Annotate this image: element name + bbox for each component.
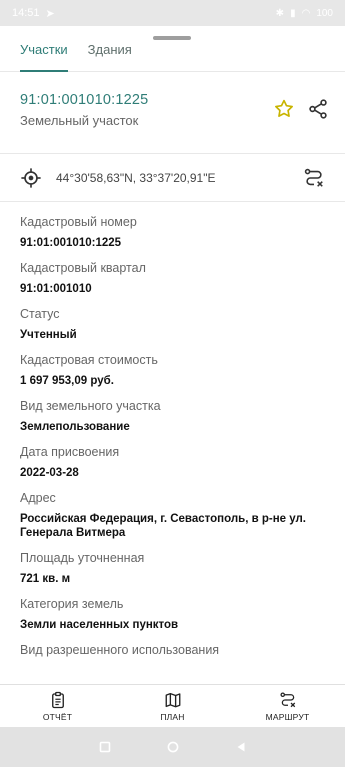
field-label: Вид разрешенного использования — [20, 643, 220, 657]
signal-icon: ▮ — [290, 7, 296, 19]
map-icon — [165, 692, 180, 707]
tab-buildings[interactable]: Здания — [88, 26, 132, 71]
field-value: Российская Федерация, г. Севастополь, в … — [20, 513, 307, 539]
report-button[interactable]: ОТЧЁТ — [0, 685, 115, 727]
field-label: Статус — [20, 307, 60, 321]
field-land-type: Вид земельного участка Землепользование — [20, 399, 325, 434]
route-button[interactable]: МАРШРУТ — [230, 685, 345, 727]
battery-level: 100 — [316, 7, 333, 19]
field-cadastral-quarter: Кадастровый квартал 91:01:001010 — [20, 261, 325, 296]
field-cadastral-number: Кадастровый номер 91:01:001010:1225 — [20, 215, 325, 250]
wifi-icon: ◠ — [301, 7, 311, 19]
field-address: Адрес Российская Федерация, г. Севастопо… — [20, 491, 325, 540]
coordinates-text: 44°30'58,63"N, 33°37'20,91"E — [56, 170, 216, 185]
field-label: Дата присвоения — [20, 445, 120, 459]
route-label: МАРШРУТ — [265, 711, 310, 722]
bottom-nav: ОТЧЁТ ПЛАН МАРШРУТ — [0, 684, 345, 727]
status-bar: 14:51 ➤ ✱ ▮ ◠ 100 — [0, 0, 345, 26]
home-icon[interactable] — [167, 741, 179, 753]
field-label: Площадь уточненная — [20, 551, 145, 565]
field-cadastral-cost: Кадастровая стоимость 1 697 953,09 руб. — [20, 353, 325, 388]
back-icon[interactable] — [235, 741, 247, 753]
field-value: Землепользование — [20, 421, 130, 433]
field-label: Адрес — [20, 491, 56, 505]
star-outline-icon[interactable] — [273, 98, 295, 120]
field-value: 2022-03-28 — [20, 467, 79, 479]
field-label: Кадастровый номер — [20, 215, 137, 229]
field-value[interactable]: 91:01:001010 — [20, 282, 325, 296]
field-area: Площадь уточненная 721 кв. м — [20, 551, 325, 586]
field-status: Статус Учтенный — [20, 307, 325, 342]
route-clear-icon[interactable] — [303, 167, 325, 189]
system-nav-bar — [0, 727, 345, 767]
field-label: Вид земельного участка — [20, 399, 161, 413]
field-assignment-date: Дата присвоения 2022-03-28 — [20, 445, 325, 480]
field-label: Категория земель — [20, 597, 124, 611]
field-value: Учтенный — [20, 329, 77, 341]
field-label: Кадастровая стоимость — [20, 353, 158, 367]
plan-button[interactable]: ПЛАН — [115, 685, 230, 727]
tab-plots-label: Участки — [20, 42, 68, 57]
field-land-category: Категория земель Земли населенных пункто… — [20, 597, 325, 632]
tab-plots[interactable]: Участки — [20, 26, 68, 72]
field-value: 1 697 953,09 руб. — [20, 375, 114, 387]
share-icon[interactable] — [307, 98, 329, 120]
field-label: Кадастровый квартал — [20, 261, 146, 275]
field-value[interactable]: 91:01:001010:1225 — [20, 236, 325, 250]
report-clipboard-icon — [51, 691, 64, 708]
property-fields: Кадастровый номер 91:01:001010:1225 Када… — [0, 215, 345, 658]
report-label: ОТЧЁТ — [42, 711, 73, 722]
location-target-icon[interactable] — [20, 167, 42, 189]
bottom-sheet: Участки Здания 91:01:001010:1225 Земельн… — [0, 26, 345, 727]
coordinates-row[interactable]: 44°30'58,63"N, 33°37'20,91"E — [0, 154, 345, 202]
object-header: 91:01:001010:1225 Земельный участок — [0, 72, 345, 154]
recents-icon[interactable] — [99, 741, 111, 753]
tab-buildings-label: Здания — [87, 42, 132, 57]
tab-bar: Участки Здания — [0, 26, 345, 72]
status-time: 14:51 — [12, 7, 40, 19]
telegram-icon: ➤ — [45, 7, 55, 20]
plan-label: ПЛАН — [160, 711, 185, 722]
field-value: Земли населенных пунктов — [20, 619, 179, 631]
route-clear-icon — [279, 691, 295, 707]
field-value: 721 кв. м — [20, 573, 71, 585]
bluetooth-icon: ✱ — [275, 7, 285, 19]
field-permitted-use: Вид разрешенного использования — [20, 643, 325, 658]
